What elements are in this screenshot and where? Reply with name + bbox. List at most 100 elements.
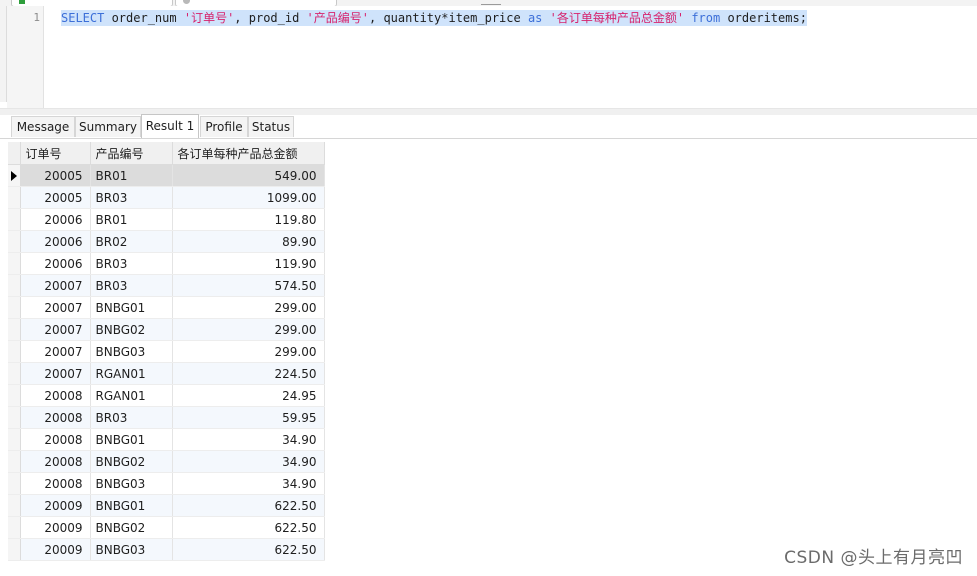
table-row[interactable]: 20008 RGAN01 24.95 <box>8 384 325 407</box>
table-row[interactable]: 20006 BR03 119.90 <box>8 252 325 275</box>
cell-total-amount[interactable]: 24.95 <box>172 384 325 407</box>
table-row[interactable]: 20007 BNBG02 299.00 <box>8 318 325 341</box>
row-indicator[interactable] <box>8 384 21 407</box>
cell-order-num[interactable]: 20007 <box>20 318 91 341</box>
row-indicator[interactable] <box>8 362 21 385</box>
cell-total-amount[interactable]: 574.50 <box>172 274 325 297</box>
cell-total-amount[interactable]: 34.90 <box>172 472 325 495</box>
cell-prod-id[interactable]: BNBG01 <box>90 296 173 319</box>
cell-total-amount[interactable]: 34.90 <box>172 428 325 451</box>
cell-total-amount[interactable]: 622.50 <box>172 538 325 561</box>
cell-prod-id[interactable]: BNBG02 <box>90 318 173 341</box>
cell-total-amount[interactable]: 549.00 <box>172 164 325 187</box>
table-row[interactable]: 20007 BNBG03 299.00 <box>8 340 325 363</box>
table-row[interactable]: 20008 BNBG02 34.90 <box>8 450 325 473</box>
cell-order-num[interactable]: 20008 <box>20 472 91 495</box>
result-grid[interactable]: 订单号 产品编号 各订单每种产品总金额 20005 BR01 549.00 20005… <box>8 142 325 561</box>
table-row[interactable]: 20005 BR01 549.00 <box>8 164 325 187</box>
cell-order-num[interactable]: 20007 <box>20 296 91 319</box>
row-indicator[interactable] <box>8 428 21 451</box>
cell-total-amount[interactable]: 1099.00 <box>172 186 325 209</box>
table-row[interactable]: 20009 BNBG02 622.50 <box>8 516 325 539</box>
row-indicator[interactable] <box>8 538 21 561</box>
row-indicator[interactable] <box>8 516 21 539</box>
tab-summary[interactable]: Summary <box>75 116 141 137</box>
cell-prod-id[interactable]: BNBG03 <box>90 472 173 495</box>
cell-total-amount[interactable]: 119.90 <box>172 252 325 275</box>
cell-prod-id[interactable]: BNBG03 <box>90 340 173 363</box>
cell-prod-id[interactable]: BR01 <box>90 164 173 187</box>
cell-order-num[interactable]: 20005 <box>20 186 91 209</box>
cell-prod-id[interactable]: BR03 <box>90 274 173 297</box>
table-row[interactable]: 20007 BR03 574.50 <box>8 274 325 297</box>
cell-total-amount[interactable]: 299.00 <box>172 318 325 341</box>
cell-prod-id[interactable]: BNBG02 <box>90 450 173 473</box>
cell-order-num[interactable]: 20006 <box>20 230 91 253</box>
cell-total-amount[interactable]: 622.50 <box>172 494 325 517</box>
row-indicator[interactable] <box>8 208 21 231</box>
cell-total-amount[interactable]: 622.50 <box>172 516 325 539</box>
table-row[interactable]: 20007 BNBG01 299.00 <box>8 296 325 319</box>
cell-prod-id[interactable]: BR02 <box>90 230 173 253</box>
cell-order-num[interactable]: 20008 <box>20 428 91 451</box>
column-header-prod-id[interactable]: 产品编号 <box>90 142 173 165</box>
table-row[interactable]: 20008 BNBG03 34.90 <box>8 472 325 495</box>
cell-order-num[interactable]: 20005 <box>20 164 91 187</box>
tab-message[interactable]: Message <box>11 116 75 137</box>
cell-prod-id[interactable]: BR03 <box>90 406 173 429</box>
cell-prod-id[interactable]: BNBG01 <box>90 428 173 451</box>
cell-order-num[interactable]: 20009 <box>20 494 91 517</box>
table-row[interactable]: 20008 BNBG01 34.90 <box>8 428 325 451</box>
column-header-order-num[interactable]: 订单号 <box>20 142 91 165</box>
row-indicator[interactable] <box>8 164 21 187</box>
cell-order-num[interactable]: 20008 <box>20 384 91 407</box>
cell-prod-id[interactable]: BNBG03 <box>90 538 173 561</box>
row-indicator[interactable] <box>8 472 21 495</box>
row-indicator[interactable] <box>8 274 21 297</box>
row-indicator[interactable] <box>8 406 21 429</box>
table-row[interactable]: 20009 BNBG03 622.50 <box>8 538 325 561</box>
cell-order-num[interactable]: 20006 <box>20 208 91 231</box>
tab-status[interactable]: Status <box>248 116 294 137</box>
cell-total-amount[interactable]: 119.80 <box>172 208 325 231</box>
table-row[interactable]: 20005 BR03 1099.00 <box>8 186 325 209</box>
cell-total-amount[interactable]: 224.50 <box>172 362 325 385</box>
cell-order-num[interactable]: 20008 <box>20 450 91 473</box>
row-indicator[interactable] <box>8 494 21 517</box>
row-indicator[interactable] <box>8 186 21 209</box>
cell-order-num[interactable]: 20007 <box>20 274 91 297</box>
table-row[interactable]: 20006 BR02 89.90 <box>8 230 325 253</box>
cell-order-num[interactable]: 20009 <box>20 538 91 561</box>
row-indicator[interactable] <box>8 252 21 275</box>
cell-total-amount[interactable]: 299.00 <box>172 340 325 363</box>
row-indicator[interactable] <box>8 318 21 341</box>
cell-prod-id[interactable]: RGAN01 <box>90 384 173 407</box>
cell-total-amount[interactable]: 89.90 <box>172 230 325 253</box>
table-row[interactable]: 20006 BR01 119.80 <box>8 208 325 231</box>
cell-prod-id[interactable]: BR01 <box>90 208 173 231</box>
cell-order-num[interactable]: 20007 <box>20 362 91 385</box>
cell-order-num[interactable]: 20008 <box>20 406 91 429</box>
cell-prod-id[interactable]: RGAN01 <box>90 362 173 385</box>
tab-profile[interactable]: Profile <box>200 116 248 137</box>
row-indicator[interactable] <box>8 230 21 253</box>
cell-prod-id[interactable]: BR03 <box>90 186 173 209</box>
cell-prod-id[interactable]: BR03 <box>90 252 173 275</box>
cell-order-num[interactable]: 20006 <box>20 252 91 275</box>
cell-prod-id[interactable]: BNBG01 <box>90 494 173 517</box>
cell-order-num[interactable]: 20009 <box>20 516 91 539</box>
row-indicator[interactable] <box>8 296 21 319</box>
column-header-total-amount[interactable]: 各订单每种产品总金额 <box>172 142 325 165</box>
cell-total-amount[interactable]: 299.00 <box>172 296 325 319</box>
row-indicator[interactable] <box>8 340 21 363</box>
cell-order-num[interactable]: 20007 <box>20 340 91 363</box>
table-row[interactable]: 20007 RGAN01 224.50 <box>8 362 325 385</box>
row-indicator[interactable] <box>8 450 21 473</box>
cell-total-amount[interactable]: 59.95 <box>172 406 325 429</box>
sql-editor[interactable]: 1 SELECT order_num '订单号', prod_id '产品编号'… <box>0 6 977 108</box>
cell-total-amount[interactable]: 34.90 <box>172 450 325 473</box>
sql-code-line[interactable]: SELECT order_num '订单号', prod_id '产品编号', … <box>61 10 807 26</box>
cell-prod-id[interactable]: BNBG02 <box>90 516 173 539</box>
tab-result-1[interactable]: Result 1 <box>141 114 199 138</box>
table-row[interactable]: 20008 BR03 59.95 <box>8 406 325 429</box>
